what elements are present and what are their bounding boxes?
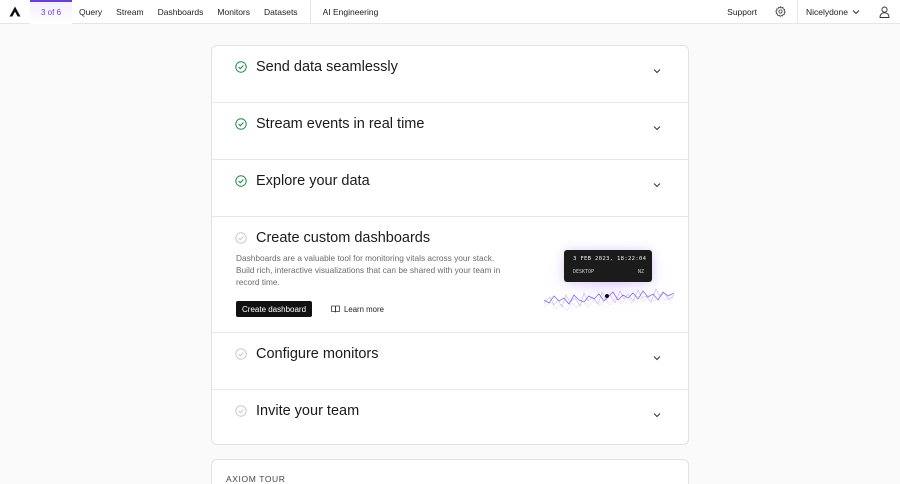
step-create-dashboards: Create custom dashboards Dashboards are …: [212, 217, 688, 333]
nav-datasets[interactable]: Datasets: [257, 0, 305, 24]
create-dashboard-button[interactable]: Create dashboard: [236, 301, 313, 317]
top-nav-bar: 3 of 6 Query Stream Dashboards Monitors …: [0, 0, 900, 24]
step-send-data[interactable]: Send data seamlessly: [212, 46, 688, 103]
nav-dashboards[interactable]: Dashboards: [151, 0, 211, 24]
check-circle-icon: [235, 61, 247, 73]
nav-ai-engineering[interactable]: AI Engineering: [316, 0, 386, 24]
step-actions: Create dashboard Learn more: [236, 301, 384, 317]
chevron-down-icon[interactable]: [652, 410, 662, 420]
step-description: Dashboards are a valuable tool for monit…: [236, 253, 501, 287]
nav-monitors[interactable]: Monitors: [210, 0, 257, 24]
chevron-down-icon[interactable]: [652, 180, 662, 190]
axiom-logo-icon[interactable]: [0, 0, 30, 24]
step-invite-team[interactable]: Invite your team: [212, 390, 688, 444]
learn-more-label: Learn more: [344, 304, 384, 314]
axiom-tour-card[interactable]: AXIOM TOUR: [211, 459, 689, 484]
learn-more-link[interactable]: Learn more: [331, 305, 384, 314]
step-title: Configure monitors: [256, 346, 379, 362]
check-circle-icon: [235, 118, 247, 130]
check-circle-icon: [235, 232, 247, 244]
chevron-down-icon[interactable]: [652, 123, 662, 133]
chevron-down-icon[interactable]: [652, 353, 662, 363]
tooltip-date: 3 FEB 2023, 18:22:04: [573, 256, 647, 262]
step-title: Explore your data: [256, 173, 370, 189]
org-switcher[interactable]: Nicelydone: [798, 0, 868, 24]
chevron-down-icon[interactable]: [652, 66, 662, 76]
main-nav: Query Stream Dashboards Monitors Dataset…: [72, 0, 385, 24]
chevron-down-icon: [852, 9, 860, 14]
step-title: Create custom dashboards: [256, 230, 431, 246]
check-circle-icon: [235, 348, 247, 360]
onboarding-steps-card: Send data seamlessly Stream events in re…: [211, 45, 689, 445]
dashboard-illustration: 3 FEB 2023, 18:22:04 DESKTOP NZ: [542, 245, 676, 315]
onboarding-step-badge[interactable]: 3 of 6: [30, 0, 73, 24]
support-link[interactable]: Support: [719, 0, 765, 24]
topbar-right-group: Support Nicelydone: [719, 0, 900, 24]
check-circle-icon: [235, 405, 247, 417]
user-icon[interactable]: [868, 0, 900, 24]
book-icon: [331, 305, 340, 313]
step-title: Invite your team: [256, 403, 360, 419]
step-explore-data[interactable]: Explore your data: [212, 160, 688, 217]
nav-query[interactable]: Query: [72, 0, 109, 24]
nav-divider: [309, 0, 311, 24]
org-name: Nicelydone: [805, 6, 848, 17]
nav-stream[interactable]: Stream: [109, 0, 150, 24]
tooltip-value: NZ: [637, 269, 644, 275]
chart-tooltip: 3 FEB 2023, 18:22:04 DESKTOP NZ: [564, 250, 652, 282]
step-title: Stream events in real time: [256, 116, 425, 132]
tooltip-label: DESKTOP: [573, 269, 595, 275]
settings-icon[interactable]: [765, 0, 797, 24]
step-stream-events[interactable]: Stream events in real time: [212, 103, 688, 160]
step-title: Send data seamlessly: [256, 59, 398, 75]
check-circle-icon: [235, 175, 247, 187]
step-configure-monitors[interactable]: Configure monitors: [212, 333, 688, 390]
tour-heading: AXIOM TOUR: [226, 474, 286, 484]
